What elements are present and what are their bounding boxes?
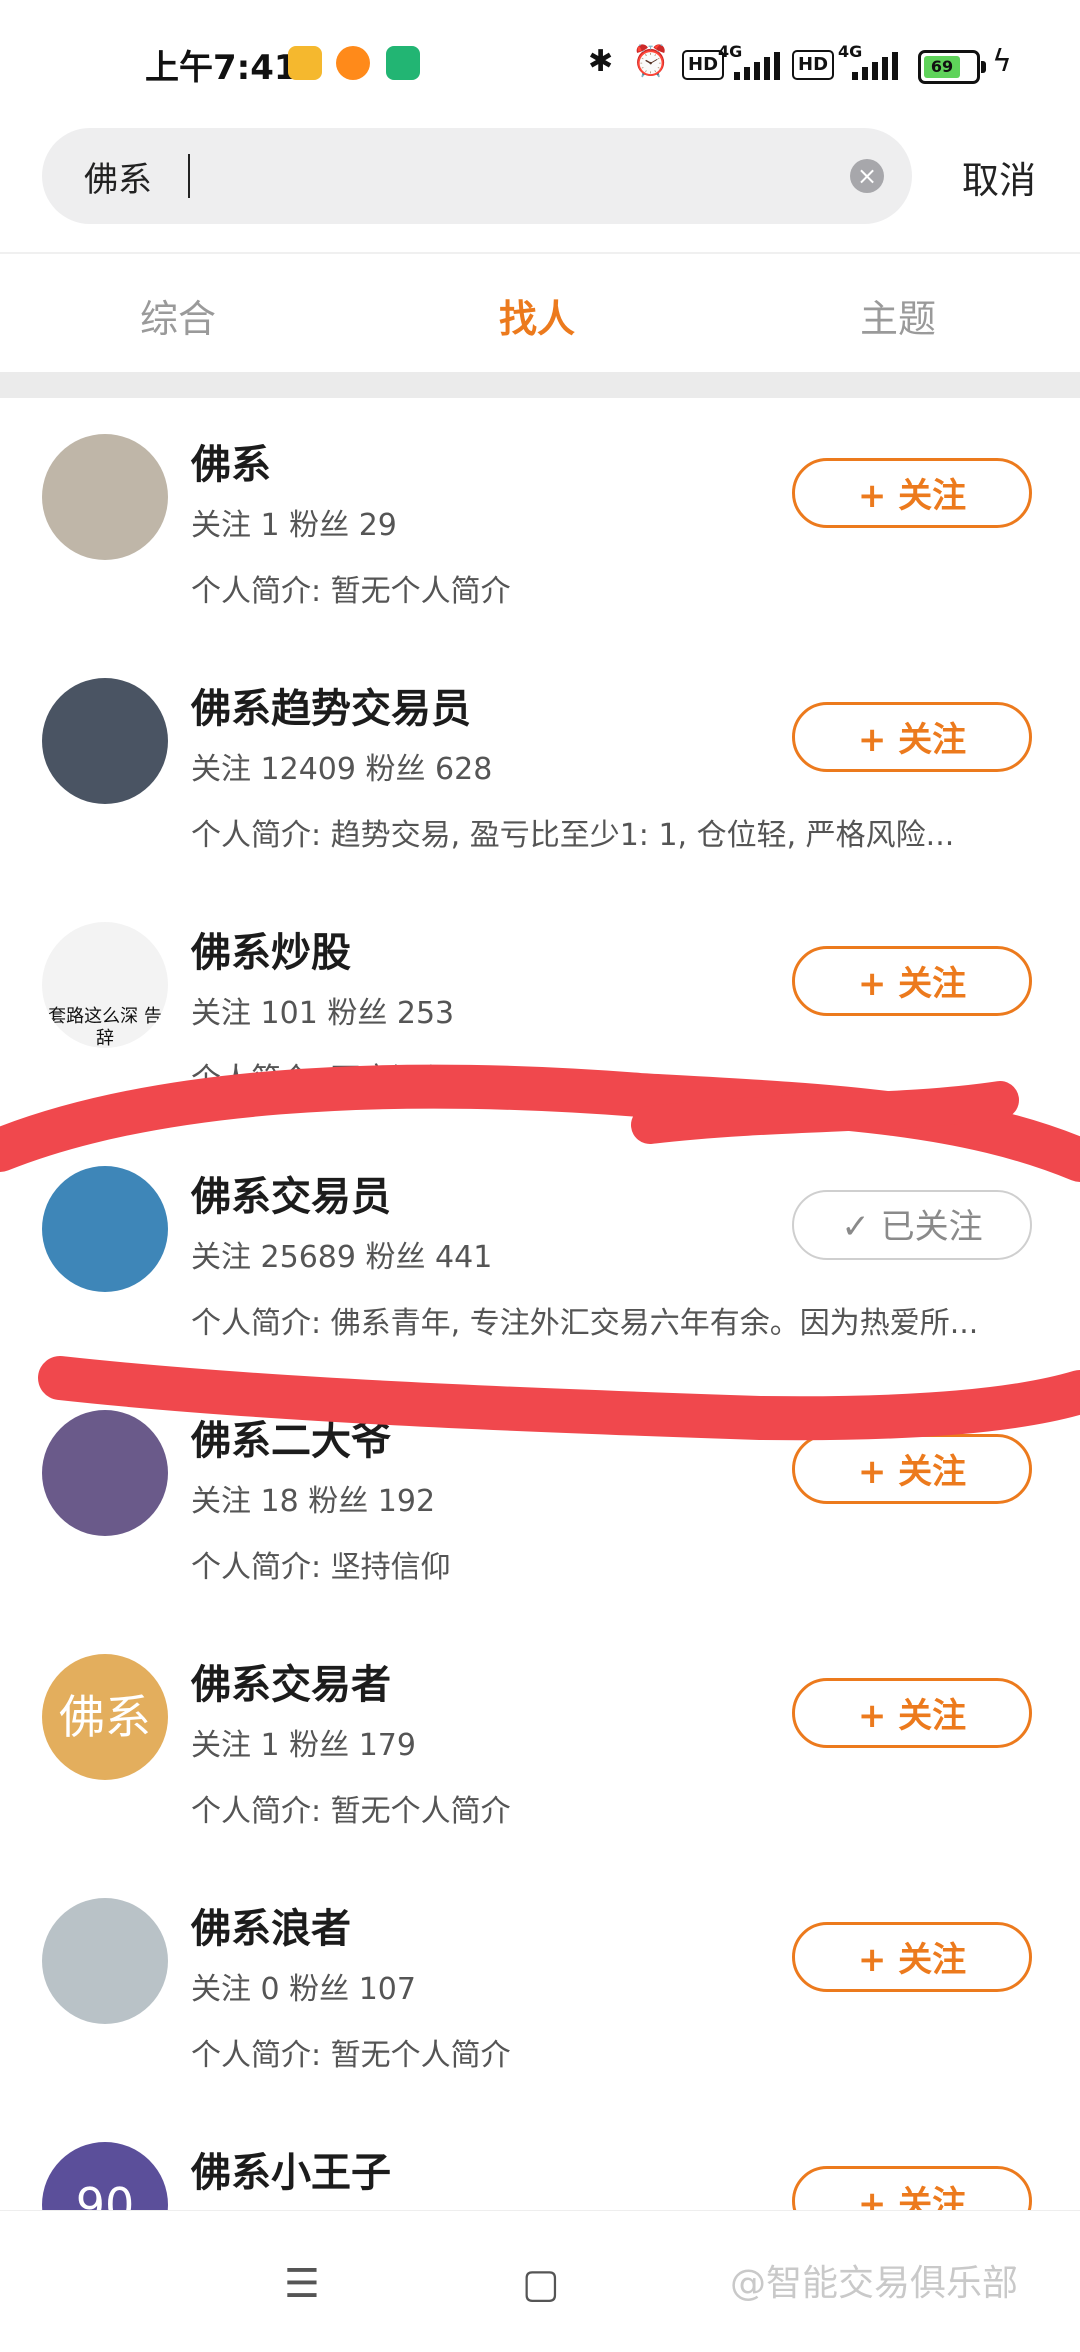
hd-badge-2: HD bbox=[792, 50, 835, 80]
signal-icon bbox=[734, 52, 780, 80]
user-name: 佛系小王子 bbox=[191, 2150, 391, 2196]
user-stats: 关注 0 粉丝 107 bbox=[191, 1972, 416, 2007]
avatar[interactable] bbox=[42, 1410, 168, 1536]
user-row[interactable]: 佛系交易员 关注 25689 粉丝 441 个人简介: 佛系青年, 专注外汇交易… bbox=[0, 1132, 1080, 1376]
section-separator bbox=[0, 372, 1080, 398]
charging-icon: ϟ bbox=[992, 44, 1012, 79]
user-name: 佛系交易者 bbox=[191, 1662, 391, 1708]
alarm-icon: ⏰ bbox=[632, 44, 670, 79]
avatar[interactable]: 佛系 bbox=[42, 1654, 168, 1780]
user-row[interactable]: 佛系二大爷 关注 18 粉丝 192 个人简介: 坚持信仰 + 关注 bbox=[0, 1376, 1080, 1620]
search-query: 佛系 bbox=[84, 160, 152, 200]
cancel-button[interactable]: 取消 bbox=[962, 150, 1036, 204]
follow-button[interactable]: + 关注 bbox=[792, 1922, 1032, 1992]
text-cursor bbox=[188, 154, 190, 198]
user-bio: 个人简介: 佛系青年, 专注外汇交易六年有余。因为热爱所... bbox=[191, 1306, 979, 1341]
avatar[interactable] bbox=[42, 678, 168, 804]
avatar[interactable]: 套路这么深 告辞 bbox=[42, 922, 168, 1048]
user-stats: 关注 18 粉丝 192 bbox=[191, 1484, 436, 1519]
user-stats: 关注 1 粉丝 29 bbox=[191, 508, 397, 543]
mail-notification-icon bbox=[288, 46, 322, 80]
avatar[interactable] bbox=[42, 1166, 168, 1292]
tab-topics[interactable]: 主题 bbox=[860, 288, 936, 343]
follow-button[interactable]: + 关注 bbox=[792, 702, 1032, 772]
user-bio: 个人简介: 坚持信仰 bbox=[191, 1550, 451, 1585]
user-stats: 关注 25689 粉丝 441 bbox=[191, 1240, 493, 1275]
follow-button[interactable]: + 关注 bbox=[792, 1434, 1032, 1504]
tab-people[interactable]: 找人 bbox=[499, 288, 575, 343]
user-stats: 关注 12409 粉丝 628 bbox=[191, 752, 493, 787]
shield-notification-icon bbox=[386, 46, 420, 80]
user-bio: 个人简介: 暂无个人简介 bbox=[191, 1794, 511, 1829]
divider bbox=[0, 252, 1080, 254]
battery-icon: 69 bbox=[918, 50, 986, 84]
home-icon[interactable]: ▢ bbox=[522, 2261, 560, 2307]
menu-icon[interactable]: ☰ bbox=[284, 2261, 320, 2307]
tab-all[interactable]: 综合 bbox=[140, 288, 216, 343]
avatar[interactable] bbox=[42, 434, 168, 560]
signal-icon-2 bbox=[852, 52, 898, 80]
status-bar: 上午7:41 ✱ ⏰ HD 4G HD 4G 69 ϟ bbox=[0, 0, 1080, 120]
user-name: 佛系趋势交易员 bbox=[191, 686, 471, 732]
user-stats: 关注 1 粉丝 179 bbox=[191, 1728, 416, 1763]
user-bio: 个人简介: 不应记入 bbox=[191, 1062, 451, 1097]
user-row[interactable]: 佛系 佛系交易者 关注 1 粉丝 179 个人简介: 暂无个人简介 + 关注 bbox=[0, 1620, 1080, 1864]
app-notification-icon bbox=[336, 46, 370, 80]
follow-button[interactable]: + 关注 bbox=[792, 1678, 1032, 1748]
status-time: 上午7:41 bbox=[145, 48, 298, 88]
user-bio: 个人简介: 暂无个人简介 bbox=[191, 2038, 511, 2073]
user-row[interactable]: 佛系浪者 关注 0 粉丝 107 个人简介: 暂无个人简介 + 关注 bbox=[0, 1864, 1080, 2108]
user-bio: 个人简介: 暂无个人简介 bbox=[191, 574, 511, 609]
follow-button[interactable]: + 关注 bbox=[792, 946, 1032, 1016]
search-input[interactable]: 佛系 bbox=[42, 128, 912, 224]
clear-search-icon[interactable]: × bbox=[850, 159, 884, 193]
bluetooth-icon: ✱ bbox=[588, 44, 614, 79]
user-name: 佛系 bbox=[191, 442, 271, 488]
watermark: @智能交易俱乐部 bbox=[730, 2263, 1019, 2304]
user-name: 佛系浪者 bbox=[191, 1906, 351, 1952]
user-name: 佛系炒股 bbox=[191, 930, 351, 976]
user-row[interactable]: 套路这么深 告辞 佛系炒股 关注 101 粉丝 253 个人简介: 不应记入 +… bbox=[0, 888, 1080, 1132]
follow-button[interactable]: + 关注 bbox=[792, 458, 1032, 528]
user-stats: 关注 101 粉丝 253 bbox=[191, 996, 455, 1031]
user-bio: 个人简介: 趋势交易, 盈亏比至少1: 1, 仓位轻, 严格风险... bbox=[191, 818, 955, 853]
battery-level: 69 bbox=[924, 56, 960, 78]
following-button[interactable]: ✓ 已关注 bbox=[792, 1190, 1032, 1260]
user-row[interactable]: 佛系趋势交易员 关注 12409 粉丝 628 个人简介: 趋势交易, 盈亏比至… bbox=[0, 644, 1080, 888]
user-name: 佛系二大爷 bbox=[191, 1418, 391, 1464]
avatar[interactable] bbox=[42, 1898, 168, 2024]
user-row[interactable]: 佛系 关注 1 粉丝 29 个人简介: 暂无个人简介 + 关注 bbox=[0, 400, 1080, 644]
user-name: 佛系交易员 bbox=[191, 1174, 391, 1220]
